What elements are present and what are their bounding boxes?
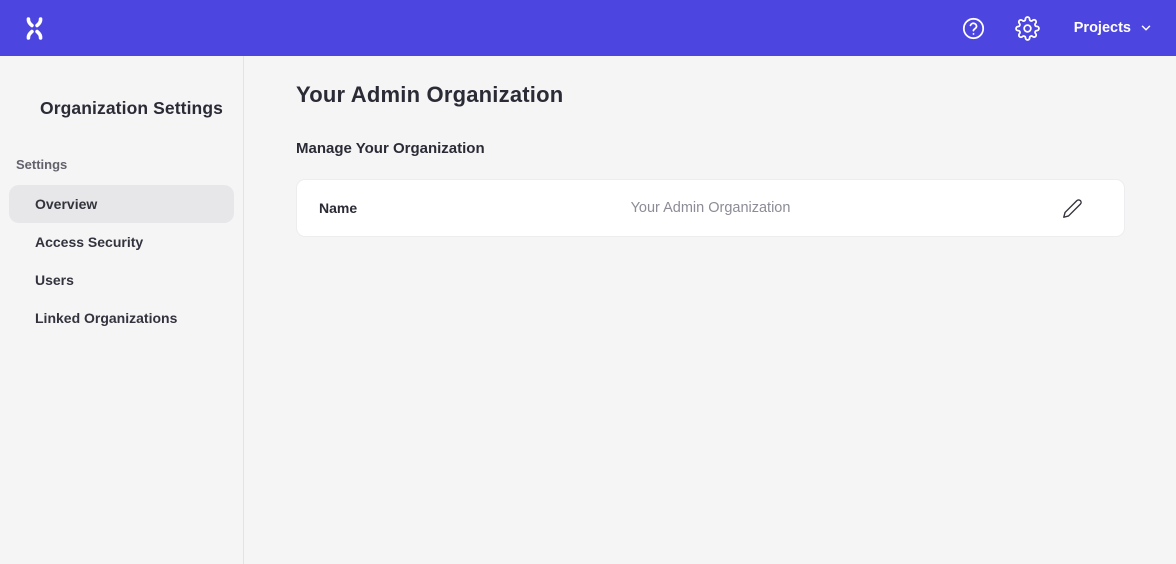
- section-title: Manage Your Organization: [296, 140, 1125, 157]
- chevron-down-icon: [1140, 22, 1152, 34]
- topbar: Projects: [0, 0, 1176, 56]
- gear-icon: [1015, 16, 1040, 41]
- sidebar-title: Organization Settings: [40, 98, 243, 119]
- sidebar-item-users[interactable]: Users: [9, 261, 234, 299]
- edit-name-button[interactable]: [1058, 194, 1086, 222]
- topbar-left: [18, 12, 50, 44]
- sidebar-item-overview[interactable]: Overview: [9, 185, 234, 223]
- sidebar-item-linked-organizations[interactable]: Linked Organizations: [9, 299, 234, 337]
- settings-button[interactable]: [1014, 14, 1042, 42]
- sidebar-item-label: Access Security: [35, 234, 143, 250]
- x-logo[interactable]: [18, 12, 50, 44]
- x-logo-icon: [21, 15, 48, 42]
- help-circle-icon: [961, 16, 986, 41]
- name-field-value: Your Admin Organization: [297, 200, 1124, 216]
- sidebar: Organization Settings Settings Overview …: [0, 56, 244, 564]
- sidebar-item-label: Overview: [35, 196, 97, 212]
- page-layout: Organization Settings Settings Overview …: [0, 56, 1176, 564]
- page-title: Your Admin Organization: [296, 82, 1125, 108]
- topbar-right: Projects: [960, 14, 1152, 42]
- sidebar-nav: Overview Access Security Users Linked Or…: [0, 185, 243, 337]
- projects-dropdown[interactable]: Projects: [1074, 20, 1152, 36]
- sidebar-item-label: Linked Organizations: [35, 310, 177, 326]
- name-field-label: Name: [319, 200, 357, 216]
- name-field-card: Name Your Admin Organization: [296, 179, 1125, 237]
- sidebar-section-label: Settings: [16, 157, 243, 172]
- help-button[interactable]: [960, 14, 988, 42]
- pencil-icon: [1062, 198, 1083, 219]
- main-content: Your Admin Organization Manage Your Orga…: [244, 56, 1176, 564]
- projects-label: Projects: [1074, 20, 1131, 36]
- sidebar-item-label: Users: [35, 272, 74, 288]
- sidebar-item-access-security[interactable]: Access Security: [9, 223, 234, 261]
